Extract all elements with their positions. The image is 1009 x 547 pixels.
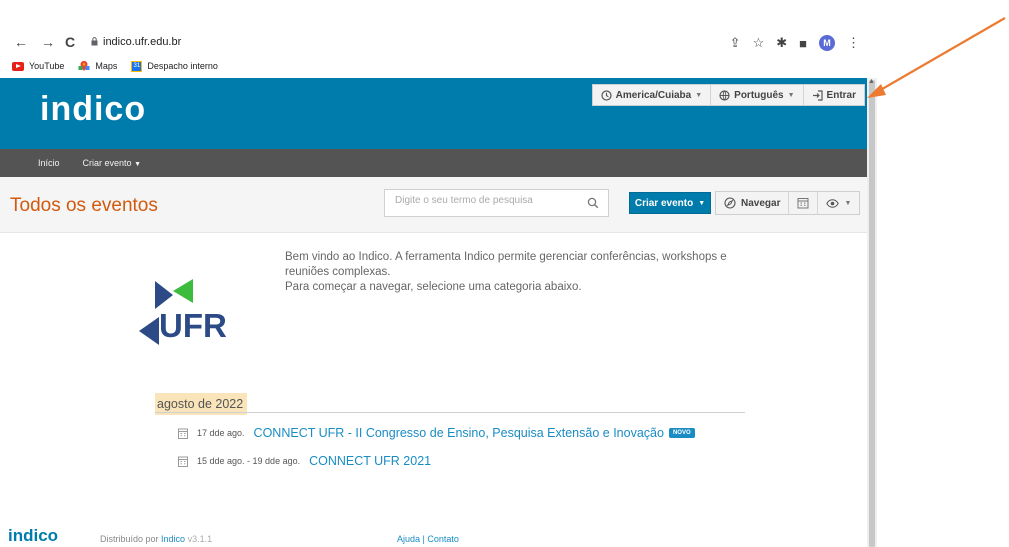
welcome-line-2: Para começar a navegar, selecione uma ca… (285, 281, 582, 293)
navigate-label: Navegar (741, 197, 781, 209)
footer-logo[interactable]: indico (8, 526, 58, 546)
bookmark-label: YouTube (29, 61, 65, 71)
browser-chrome: ← → C indico.ufr.edu.br ⇪ ☆ ✱ ■ M ⋮ YouT… (0, 30, 870, 77)
caret-down-icon: ▼ (844, 199, 852, 207)
browser-actions: ⇪ ☆ ✱ ■ M ⋮ (730, 33, 870, 53)
calendar-icon (178, 428, 188, 439)
caret-down-icon: ▼ (787, 91, 795, 99)
footer-separator: | (422, 534, 425, 544)
bookmark-youtube[interactable]: YouTube (12, 61, 64, 71)
version-label: v3.1.1 (187, 534, 213, 544)
search-input[interactable] (395, 195, 575, 206)
page-title: Todos os eventos (10, 195, 158, 216)
calendar-icon: 31 (131, 60, 143, 72)
site-header: indico America/Cuiaba ▼ Português ▼ Entr… (0, 78, 867, 149)
calendar-icon (797, 198, 809, 209)
event-link[interactable]: CONNECT UFR - II Congresso de Ensino, Pe… (254, 426, 664, 440)
indico-logo[interactable]: indico (40, 90, 146, 129)
bookmark-label: Despacho interno (147, 61, 218, 71)
back-icon[interactable]: ← (14, 34, 28, 50)
ufr-logo-text: UFR (159, 307, 227, 344)
scrollbar-thumb[interactable] (869, 80, 875, 547)
bookmark-maps[interactable]: Maps (78, 60, 117, 72)
caret-down-icon: ▼ (698, 199, 706, 207)
powered-by-label: Distribuído por (100, 534, 159, 544)
help-link[interactable]: Ajuda (397, 534, 420, 544)
search-box (384, 189, 609, 217)
event-row: 15 dde ago. - 19 dde ago. CONNECT UFR 20… (178, 454, 431, 468)
event-date: 15 dde ago. - 19 dde ago. (197, 456, 301, 466)
address-row: ← → C indico.ufr.edu.br ⇪ ☆ ✱ ■ M ⋮ (0, 30, 870, 56)
globe-icon (719, 89, 730, 101)
timezone-label: America/Cuiaba (615, 89, 692, 101)
menu-home[interactable]: Início (38, 158, 60, 168)
calendar-icon (178, 456, 188, 467)
view-toolbar: Navegar ▼ (715, 191, 861, 215)
language-dropdown[interactable]: Português ▼ (711, 85, 804, 105)
search-icon[interactable] (587, 197, 599, 209)
header-toolbar: America/Cuiaba ▼ Português ▼ Entrar (591, 84, 865, 106)
event-row: 17 dde ago. CONNECT UFR - II Congresso d… (178, 426, 695, 440)
create-event-button[interactable]: Criar evento ▼ (629, 192, 711, 214)
event-link[interactable]: CONNECT UFR 2021 (309, 454, 431, 468)
new-badge: NOVO (668, 428, 695, 438)
lock-icon[interactable] (91, 37, 98, 46)
login-icon (812, 89, 823, 101)
page: ← → C indico.ufr.edu.br ⇪ ☆ ✱ ■ M ⋮ YouT… (0, 0, 1009, 547)
address-bar[interactable]: indico.ufr.edu.br (103, 36, 181, 48)
extensions-icon[interactable]: ✱ (776, 35, 787, 51)
forward-icon[interactable]: → (41, 34, 55, 50)
login-label: Entrar (826, 89, 856, 101)
profile-avatar[interactable]: M (819, 35, 835, 51)
share-icon[interactable]: ⇪ (730, 35, 741, 51)
menu-create-event[interactable]: Criar evento ▼ (83, 158, 141, 168)
side-panel-icon[interactable]: ■ (799, 36, 807, 51)
bookmark-label: Maps (95, 61, 118, 71)
visibility-dropdown[interactable]: ▼ (818, 192, 859, 214)
powered-by: Distribuído por Indico v3.1.1 (100, 534, 212, 544)
menu-create-label: Criar evento (82, 158, 132, 168)
welcome-line-1: Bem vindo ao Indico. A ferramenta Indico… (285, 251, 727, 278)
create-event-label: Criar evento (634, 197, 694, 209)
eye-icon (826, 198, 840, 208)
language-label: Português (734, 89, 784, 101)
ufr-logo: UFR (137, 277, 257, 347)
indico-link[interactable]: Indico (161, 534, 185, 544)
caret-down-icon: ▼ (695, 91, 703, 99)
reload-icon[interactable]: C (65, 34, 75, 50)
title-bar: Todos os eventos Criar evento ▼ Navegar (0, 177, 867, 233)
calendar-view-button[interactable] (789, 192, 819, 214)
clock-icon (601, 89, 612, 101)
annotation-arrow-icon (867, 17, 1006, 98)
caret-down-icon: ▼ (134, 161, 141, 168)
timezone-dropdown[interactable]: America/Cuiaba ▼ (593, 85, 712, 105)
bookmark-star-icon[interactable]: ☆ (753, 35, 765, 51)
month-divider (155, 412, 745, 413)
maps-icon (78, 61, 90, 71)
welcome-message: Bem vindo ao Indico. A ferramenta Indico… (285, 250, 755, 295)
youtube-icon (12, 61, 24, 71)
footer-links: Ajuda | Contato (397, 534, 459, 544)
bookmark-despacho[interactable]: 31 Despacho interno (131, 60, 218, 72)
compass-icon (724, 197, 736, 209)
main-menu: Início Criar evento ▼ (0, 149, 867, 177)
bookmarks-bar: YouTube Maps 31 Despacho interno (0, 57, 218, 75)
navigate-button[interactable]: Navegar (716, 192, 790, 214)
event-date: 17 dde ago. (197, 428, 245, 438)
contact-link[interactable]: Contato (427, 534, 459, 544)
